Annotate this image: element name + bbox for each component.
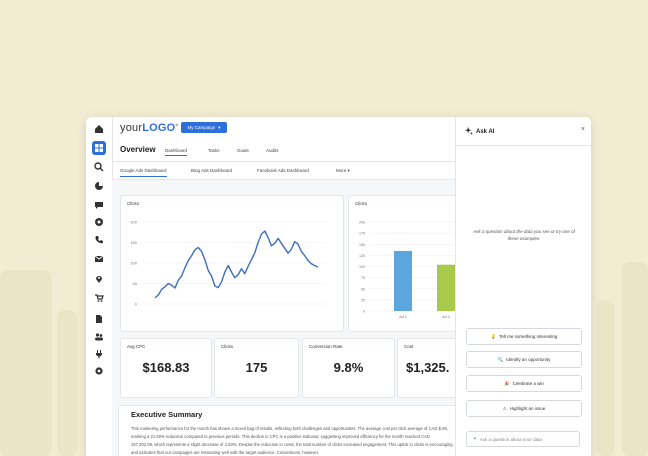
y-tick-label: 0 — [363, 310, 365, 314]
y-tick-label: 150 — [130, 240, 137, 245]
y-tick-label: 50 — [133, 281, 138, 286]
dashboard-content: Clicks 0 50 100 150 200 Clicks 0 25 50 75 100 125… — [112, 180, 457, 456]
main-tabs: Overview Dashboard Tasks Goals Audits — [112, 141, 455, 162]
suggestion-highlight-issue[interactable]: ⚠ Highlight an issue — [466, 400, 582, 417]
people-icon[interactable] — [94, 332, 104, 342]
dashboard-icon[interactable] — [92, 141, 106, 155]
logo: yourLOGO® — [120, 122, 179, 134]
tab-bing-ads[interactable]: Bing Ads Dashboard — [191, 168, 232, 173]
series-line — [154, 230, 319, 299]
kpi-value: $168.83 — [142, 360, 190, 375]
y-tick-label: 100 — [130, 261, 137, 266]
bg-bar — [57, 310, 77, 456]
settings-icon[interactable] — [94, 366, 104, 376]
cart-icon[interactable] — [94, 293, 104, 303]
link-icon[interactable] — [94, 217, 104, 227]
line-chart-card: Clicks 0 50 100 150 200 — [120, 195, 344, 332]
plug-icon[interactable] — [94, 349, 104, 359]
y-tick-label: 100 — [359, 265, 365, 269]
divider — [456, 145, 591, 146]
phone-icon[interactable] — [94, 235, 104, 245]
kpi-label: Conversion Rate — [309, 344, 343, 349]
bg-bar — [0, 270, 52, 456]
sparkle-icon — [465, 127, 473, 137]
y-tick-label: 150 — [359, 243, 365, 247]
suggestion-identify-opportunity[interactable]: 🔍 Identify an opportunity — [466, 351, 582, 368]
kpi-card-conversion-rate[interactable]: Conversion Rate 9.8% — [302, 338, 395, 398]
ask-ai-input[interactable]: ✦ Ask a question about your data — [466, 431, 580, 447]
kpi-value: 9.8% — [333, 360, 364, 375]
chevron-down-icon: ▾ — [218, 124, 221, 130]
x-tick-label: Ad 1 — [399, 315, 407, 319]
document-icon[interactable] — [94, 314, 104, 324]
chevron-down-icon: ▾ — [347, 168, 350, 173]
executive-summary-text: This marketing performance for the month… — [131, 426, 453, 455]
tab-more[interactable]: More ▾ — [336, 168, 350, 174]
tab-goals[interactable]: Goals — [237, 148, 249, 153]
ask-ai-prompt: Ask a question about the data you see or… — [473, 229, 575, 241]
search-icon: 🔍 — [497, 356, 504, 362]
home-icon[interactable] — [94, 124, 104, 134]
page-title: Overview — [120, 145, 156, 154]
kpi-label: Clicks — [221, 344, 233, 349]
executive-summary: Executive Summary This marketing perform… — [118, 405, 457, 456]
tab-dashboard[interactable]: Dashboard — [165, 148, 188, 156]
tab-tasks[interactable]: Tasks — [208, 148, 220, 153]
y-tick-label: 25 — [361, 298, 365, 302]
app-window: yourLOGO® My Campaign ▾ Overview Dashboa… — [86, 117, 591, 456]
line-chart: 0 50 100 150 200 — [130, 220, 326, 307]
bar-chart-card: Clicks 0 25 50 75 100 125 150 175 200 Ad 1 Ad 2 — [348, 195, 456, 332]
bg-bar — [622, 262, 648, 456]
x-tick-label: Ad 2 — [442, 315, 450, 319]
y-tick-label: 200 — [359, 221, 365, 225]
mail-icon[interactable] — [94, 254, 104, 264]
suggestion-tell-me-something[interactable]: 💡 Tell me something interesting — [466, 328, 582, 345]
dashboard-tabs: Google Ads Dashboard Bing Ads Dashboard … — [112, 163, 455, 180]
tab-facebook-ads[interactable]: Facebook Ads Dashboard — [257, 168, 309, 173]
lightbulb-icon: 💡 — [490, 333, 497, 339]
ask-ai-header: Ask AI — [465, 127, 494, 137]
kpi-card-clicks[interactable]: Clicks 175 — [214, 338, 299, 398]
tab-google-ads[interactable]: Google Ads Dashboard — [120, 168, 167, 177]
tab-audits[interactable]: Audits — [266, 148, 279, 153]
campaign-selector-button[interactable]: My Campaign ▾ — [181, 122, 227, 133]
kpi-value: $1,325. — [406, 360, 450, 375]
warning-icon: ⚠ — [502, 405, 507, 411]
y-tick-label: 0 — [135, 302, 138, 307]
kpi-card-cost[interactable]: Cost $1,325. — [397, 338, 456, 398]
chat-icon[interactable] — [94, 200, 104, 210]
y-tick-label: 175 — [359, 232, 365, 236]
suggestion-celebrate-win[interactable]: 🎉 Celebrate a win — [466, 375, 582, 392]
y-tick-label: 200 — [130, 220, 137, 225]
close-icon[interactable]: × — [581, 126, 585, 133]
ask-ai-panel: Ask AI × Ask a question about the data y… — [455, 117, 591, 456]
bar-chart: 0 25 50 75 100 125 150 175 200 Ad 1 Ad 2 — [359, 221, 456, 319]
search-icon[interactable] — [94, 162, 104, 172]
y-tick-label: 125 — [359, 254, 365, 258]
top-bar: yourLOGO® My Campaign ▾ — [112, 117, 455, 139]
sparkle-icon: ✦ — [473, 436, 477, 441]
executive-summary-title: Executive Summary — [131, 410, 203, 419]
y-tick-label: 50 — [361, 287, 365, 291]
location-icon[interactable] — [94, 274, 104, 284]
sidebar — [86, 117, 113, 456]
bg-bar — [596, 300, 614, 456]
party-icon: 🎉 — [504, 380, 510, 386]
bar — [394, 250, 412, 311]
y-tick-label: 75 — [361, 276, 365, 280]
kpi-label: Avg CPC — [127, 344, 146, 349]
kpi-value: 175 — [245, 360, 268, 375]
kpi-card-avg-cpc[interactable]: Avg CPC $168.83 — [120, 338, 212, 398]
bar — [437, 264, 455, 311]
analytics-icon[interactable] — [94, 181, 104, 191]
kpi-label: Cost — [404, 344, 414, 349]
